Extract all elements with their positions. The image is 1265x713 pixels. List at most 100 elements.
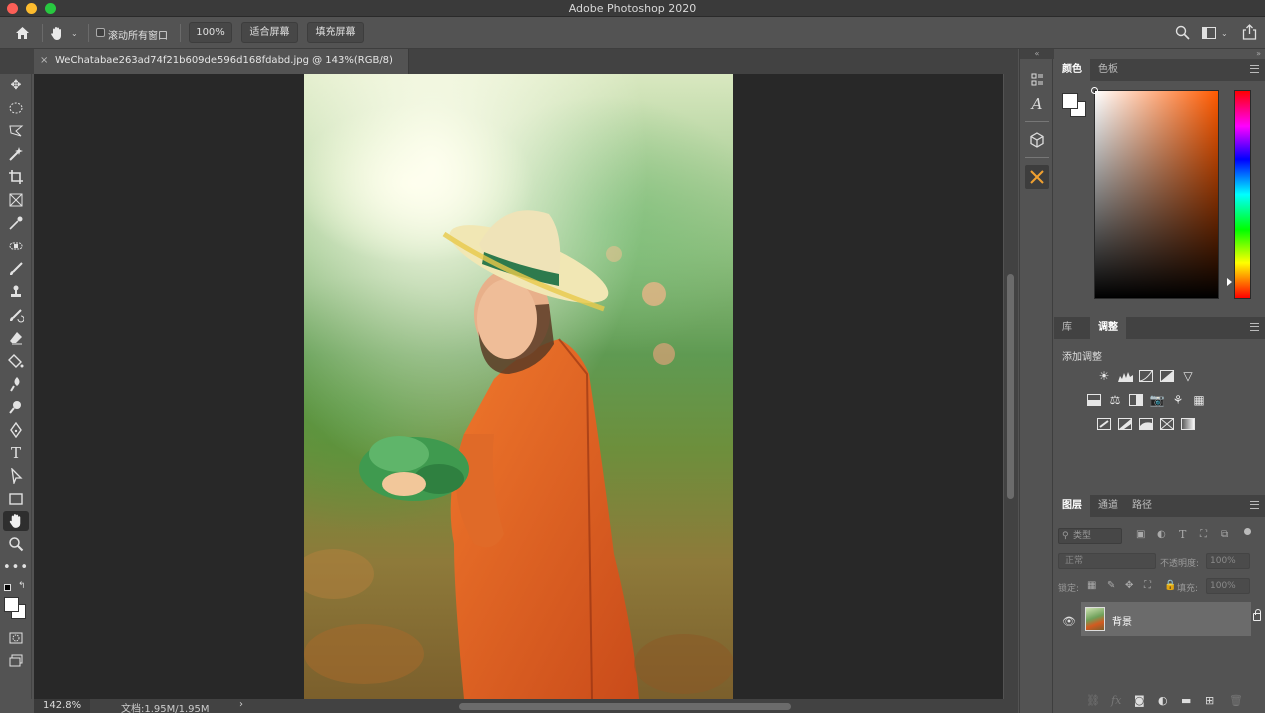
add-mask-icon[interactable]: ◙	[1134, 694, 1145, 707]
brush-tool[interactable]	[3, 259, 29, 279]
panel-menu-icon[interactable]	[1250, 323, 1259, 331]
new-group-icon[interactable]: ▬	[1181, 694, 1191, 707]
tab-color[interactable]: 颜色	[1054, 59, 1090, 81]
lasso-tool[interactable]	[3, 121, 29, 141]
paint-bucket-tool[interactable]	[3, 351, 29, 371]
color-picker-field[interactable]	[1091, 87, 1219, 299]
history-brush-tool[interactable]	[3, 305, 29, 325]
status-info-menu[interactable]: ›	[239, 699, 243, 710]
pen-tool[interactable]	[3, 420, 29, 440]
path-selection-tool[interactable]	[3, 466, 29, 486]
scroll-all-windows-checkbox[interactable]	[96, 28, 105, 37]
document-tab[interactable]: × WeChatabae263ad74f21b609de596d168fdabd…	[34, 49, 409, 74]
color-panel-fg-bg[interactable]	[1062, 93, 1088, 119]
share-button[interactable]	[1242, 24, 1258, 41]
vibrance-icon[interactable]: ▽	[1180, 369, 1196, 383]
search-button[interactable]	[1175, 25, 1191, 41]
rectangle-tool[interactable]	[3, 489, 29, 509]
levels-icon[interactable]	[1117, 369, 1133, 383]
filter-shape-icon[interactable]: ⛶	[1200, 529, 1207, 540]
screen-mode-button[interactable]	[3, 651, 29, 671]
clone-stamp-tool[interactable]	[3, 282, 29, 302]
edit-toolbar-button[interactable]: •••	[3, 557, 29, 577]
dodge-tool[interactable]	[3, 397, 29, 417]
default-colors-icon[interactable]	[4, 584, 11, 591]
foreground-color-swatch[interactable]	[4, 597, 19, 612]
lock-all-icon[interactable]: 🔒	[1164, 580, 1176, 591]
frame-tool[interactable]	[3, 190, 29, 210]
vertical-scrollbar[interactable]	[1004, 74, 1018, 699]
canvas-area[interactable]	[34, 74, 1003, 699]
healing-brush-tool[interactable]	[3, 236, 29, 256]
zoom-tool[interactable]	[3, 534, 29, 554]
threshold-icon[interactable]	[1138, 417, 1154, 431]
layer-visibility-eye-icon[interactable]: 👁	[1062, 615, 1076, 628]
lock-artboard-icon[interactable]: ⛶	[1144, 580, 1151, 591]
swap-colors-icon[interactable]: ↰	[18, 581, 26, 591]
tab-paths[interactable]: 路径	[1124, 495, 1160, 517]
filter-smart-object-icon[interactable]: ⧉	[1221, 529, 1228, 540]
fill-field[interactable]: 100%	[1206, 578, 1250, 594]
tab-adjustments[interactable]: 调整	[1090, 317, 1126, 339]
posterize-icon[interactable]	[1117, 417, 1133, 431]
dock-collapse-icon[interactable]: «	[1020, 49, 1054, 59]
hand-tool-preset-picker[interactable]: ⌄	[50, 23, 84, 43]
vertical-scroll-thumb[interactable]	[1007, 274, 1014, 499]
filter-toggle-icon[interactable]	[1244, 528, 1251, 535]
filter-type-icon[interactable]: T	[1179, 528, 1186, 541]
adjustment-layer-icon[interactable]: ◐	[1158, 694, 1168, 707]
lock-image-icon[interactable]: ✎	[1107, 580, 1115, 591]
color-balance-icon[interactable]: ⚖	[1107, 393, 1123, 407]
eraser-tool[interactable]	[3, 328, 29, 348]
selective-color-icon[interactable]	[1159, 417, 1175, 431]
exposure-icon[interactable]	[1159, 369, 1175, 383]
quick-mask-button[interactable]	[3, 628, 29, 648]
horizontal-scroll-thumb[interactable]	[459, 703, 791, 710]
layer-style-icon[interactable]: fx	[1111, 694, 1121, 707]
channel-mixer-icon[interactable]: ⚘	[1170, 393, 1186, 407]
type-tool[interactable]: T	[3, 443, 29, 463]
crop-tool[interactable]	[3, 167, 29, 187]
panel-menu-icon[interactable]	[1250, 65, 1259, 73]
home-button[interactable]	[10, 23, 34, 43]
filter-pixel-icon[interactable]: ▣	[1136, 529, 1145, 540]
zoom-level-field[interactable]: 142.8%	[34, 699, 90, 713]
tab-channels[interactable]: 通道	[1090, 495, 1126, 517]
close-tab-icon[interactable]: ×	[40, 55, 48, 66]
magic-wand-tool[interactable]	[3, 144, 29, 164]
eyedropper-tool[interactable]	[3, 213, 29, 233]
tab-libraries[interactable]: 库	[1054, 317, 1080, 339]
fill-screen-button[interactable]: 填充屏幕	[307, 22, 364, 43]
tab-layers[interactable]: 图层	[1054, 495, 1090, 517]
marquee-tool[interactable]	[3, 98, 29, 118]
panels-collapse-icon[interactable]: »	[1256, 49, 1261, 58]
hue-slider-handle[interactable]	[1227, 278, 1232, 286]
photo-filter-icon[interactable]: 📷	[1149, 393, 1165, 407]
hue-saturation-icon[interactable]	[1086, 393, 1102, 407]
character-panel-button[interactable]: A	[1025, 92, 1049, 116]
curves-icon[interactable]	[1138, 369, 1154, 383]
move-tool[interactable]: ✥	[3, 75, 29, 95]
hand-tool[interactable]	[3, 511, 29, 531]
link-layers-icon[interactable]: ⛓	[1086, 694, 1100, 707]
workspace-switcher[interactable]: ⌄	[1202, 25, 1234, 41]
color-picker-handle[interactable]	[1091, 87, 1098, 94]
lock-position-icon[interactable]: ✥	[1125, 580, 1133, 591]
hue-slider[interactable]	[1234, 90, 1251, 299]
foreground-color-swatch[interactable]	[1062, 93, 1078, 109]
panel-menu-icon[interactable]	[1250, 501, 1259, 509]
gradient-map-icon[interactable]	[1180, 417, 1196, 431]
fit-screen-button[interactable]: 适合屏幕	[241, 22, 298, 43]
lock-transparent-icon[interactable]: ▦	[1087, 580, 1096, 591]
new-layer-icon[interactable]: ⊞	[1205, 694, 1214, 707]
blend-mode-select[interactable]: 正常	[1058, 553, 1156, 569]
opacity-field[interactable]: 100%	[1206, 553, 1250, 569]
black-white-icon[interactable]	[1128, 393, 1144, 407]
tool-presets-panel-button[interactable]	[1025, 165, 1049, 189]
layer-filter-kind[interactable]: ⚲ 类型	[1058, 528, 1122, 544]
filter-adjustment-icon[interactable]: ◐	[1157, 529, 1166, 540]
3d-panel-button[interactable]	[1025, 128, 1049, 152]
blur-tool[interactable]	[3, 374, 29, 394]
layer-row[interactable]: 背景	[1081, 602, 1261, 636]
zoom-100-button[interactable]: 100%	[189, 22, 232, 43]
